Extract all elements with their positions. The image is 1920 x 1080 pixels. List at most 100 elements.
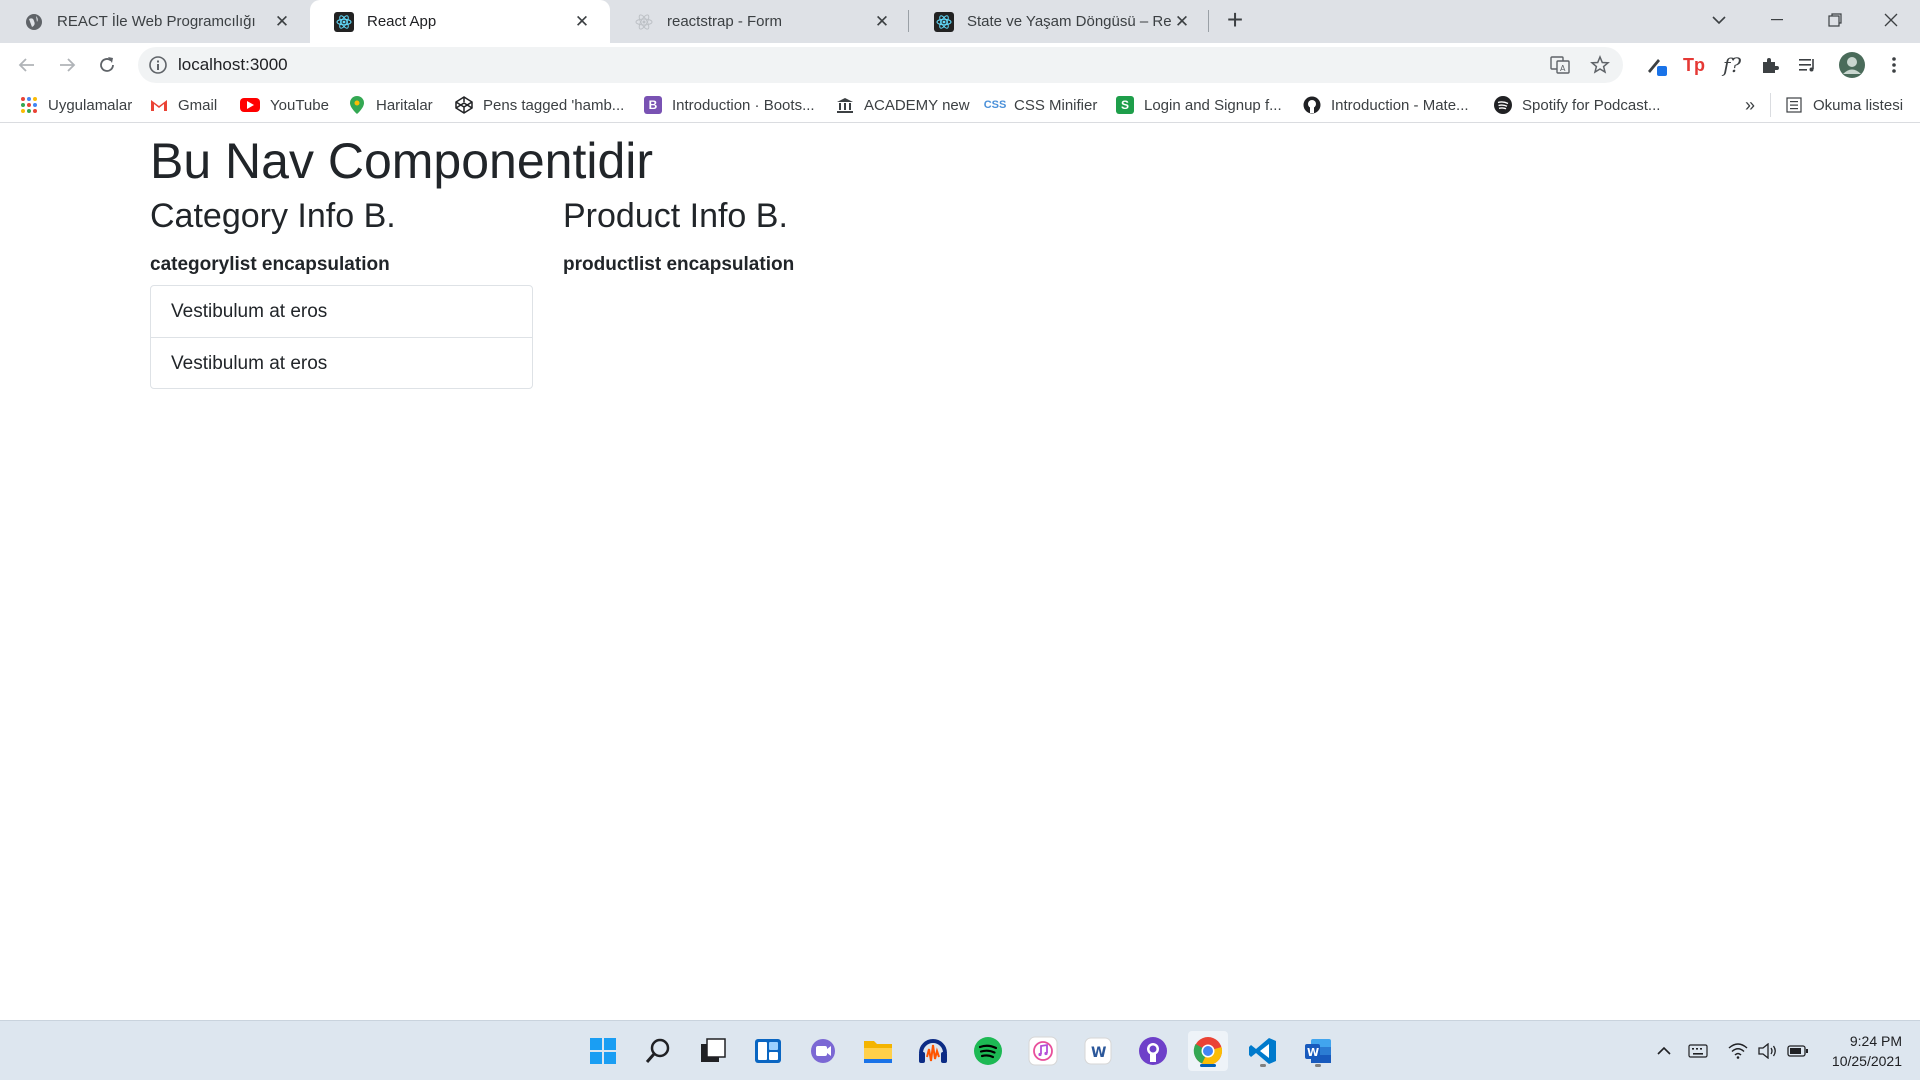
itunes-icon[interactable]: [1023, 1031, 1063, 1071]
bookmark-label: CSS Minifier: [1014, 96, 1098, 114]
back-button[interactable]: [12, 50, 42, 80]
chrome-icon[interactable]: [1188, 1031, 1228, 1071]
close-icon[interactable]: ✕: [272, 12, 292, 32]
bookmark-label: Login and Signup f...: [1144, 96, 1282, 114]
s-icon: S: [1116, 96, 1134, 114]
svg-text:W: W: [1091, 1045, 1106, 1061]
bookmark-star-icon[interactable]: [1590, 55, 1610, 75]
category-list: Vestibulum at eros Vestibulum at eros: [150, 285, 533, 389]
extensions-puzzle-icon[interactable]: [1756, 51, 1784, 79]
bootstrap-icon: B: [644, 96, 662, 114]
list-item[interactable]: Vestibulum at eros: [151, 286, 532, 337]
forward-button[interactable]: [52, 50, 82, 80]
file-explorer-icon[interactable]: [858, 1031, 898, 1071]
formula-extension-icon[interactable]: f?: [1718, 51, 1746, 79]
close-icon[interactable]: ✕: [1172, 12, 1192, 32]
pen-extension-icon[interactable]: [1642, 51, 1670, 79]
tab-search-button[interactable]: [1690, 0, 1748, 40]
battery-icon[interactable]: [1786, 1039, 1810, 1063]
nav-component-heading: Bu Nav Componentidir: [150, 133, 654, 189]
reading-list-icon: [1785, 96, 1803, 114]
widgets-icon[interactable]: [748, 1031, 788, 1071]
open-indicator: [1315, 1064, 1321, 1067]
bookmark-label: Uygulamalar: [48, 96, 133, 114]
gmail-icon: [150, 96, 168, 114]
word-icon[interactable]: W: [1298, 1031, 1338, 1071]
bookmark-academy[interactable]: ACADEMY new: [836, 87, 970, 123]
media-queue-icon[interactable]: [1794, 51, 1822, 79]
clock-time: 9:24 PM: [1849, 1033, 1902, 1049]
keyboard-icon[interactable]: [1686, 1039, 1710, 1063]
product-info-heading: Product Info B.: [563, 197, 788, 235]
list-item[interactable]: Vestibulum at eros: [151, 337, 532, 388]
reload-button[interactable]: [92, 50, 122, 80]
css-icon: CSS: [983, 99, 1007, 111]
translate-icon[interactable]: A: [1550, 55, 1570, 75]
word-w-app-icon[interactable]: W: [1078, 1031, 1118, 1071]
teams-chat-icon[interactable]: [803, 1031, 843, 1071]
bookmark-label: YouTube: [270, 96, 329, 114]
tab-divider: [908, 10, 909, 32]
tab-title: reactstrap - Form: [667, 13, 783, 30]
close-icon[interactable]: ✕: [572, 12, 592, 32]
bookmark-haritalar[interactable]: Haritalar: [348, 87, 433, 123]
react-icon: [334, 11, 354, 32]
close-window-button[interactable]: [1862, 0, 1920, 40]
bookmark-label: Haritalar: [376, 96, 433, 114]
globe-icon: [24, 12, 44, 32]
volume-icon[interactable]: [1756, 1039, 1780, 1063]
bookmark-label: Introduction - Mate...: [1331, 96, 1469, 114]
url-text[interactable]: localhost:3000: [178, 47, 288, 83]
wifi-icon[interactable]: [1726, 1039, 1750, 1063]
bookmark-uygulamalar[interactable]: Uygulamalar: [20, 87, 132, 123]
bookmarks-bar: Uygulamalar Gmail YouTube Haritalar Pens…: [0, 87, 1920, 123]
github-desktop-icon[interactable]: [1133, 1031, 1173, 1071]
address-bar[interactable]: localhost:3000 A: [138, 47, 1623, 83]
bookmark-gmail[interactable]: Gmail: [150, 87, 217, 123]
active-indicator: [1200, 1064, 1216, 1067]
bookmark-github-intro[interactable]: Introduction - Mate...: [1303, 87, 1469, 123]
new-tab-button[interactable]: +: [1220, 6, 1250, 36]
tab-state-yasam[interactable]: State ve Yaşam Döngüsü – React ✕: [910, 0, 1210, 43]
bookmarks-overflow-button[interactable]: »: [1745, 87, 1755, 123]
bookmark-youtube[interactable]: YouTube: [240, 87, 329, 123]
tp-extension-icon[interactable]: Tp: [1680, 51, 1708, 79]
bookmark-label: Pens tagged 'hamb...: [483, 96, 625, 114]
profile-avatar-icon[interactable]: [1838, 51, 1866, 79]
menu-kebab-icon[interactable]: [1880, 51, 1908, 79]
bookmark-bootstrap[interactable]: B Introduction · Boots...: [644, 87, 815, 123]
bookmark-codepen[interactable]: Pens tagged 'hamb...: [455, 87, 624, 123]
search-icon[interactable]: [638, 1031, 678, 1071]
bookmark-css-minifier[interactable]: CSS CSS Minifier: [983, 87, 1098, 123]
reading-list-button[interactable]: Okuma listesi: [1770, 93, 1903, 117]
audacity-icon[interactable]: [913, 1031, 953, 1071]
reading-list-label: Okuma listesi: [1813, 96, 1904, 114]
productlist-subtitle: productlist encapsulation: [563, 254, 795, 275]
minimize-button[interactable]: [1748, 0, 1806, 40]
bookmark-login-signup[interactable]: S Login and Signup f...: [1116, 87, 1282, 123]
bookmark-label: ACADEMY new: [864, 96, 970, 114]
bookmark-label: Gmail: [178, 96, 218, 114]
system-clock[interactable]: 9:24 PM 10/25/2021: [1832, 1031, 1902, 1071]
restore-button[interactable]: [1806, 0, 1864, 40]
tab-reactstrap-form[interactable]: reactstrap - Form ✕: [610, 0, 910, 43]
svg-text:A: A: [1560, 64, 1566, 73]
spotify-icon: [1494, 96, 1512, 114]
close-icon[interactable]: ✕: [872, 12, 892, 32]
chevron-up-icon[interactable]: [1652, 1039, 1676, 1063]
vscode-icon[interactable]: [1243, 1031, 1283, 1071]
info-icon[interactable]: [148, 55, 168, 75]
category-info-heading: Category Info B.: [150, 197, 396, 235]
start-windows-icon[interactable]: [583, 1031, 623, 1071]
youtube-icon: [240, 98, 260, 112]
overflow-label: »: [1745, 94, 1756, 115]
tab-react-app[interactable]: React App ✕: [310, 0, 610, 43]
tab-react-ile-web[interactable]: REACT İle Web Programcılığı ✕: [0, 0, 310, 43]
apps-grid-icon: [20, 96, 38, 114]
academy-icon: [836, 96, 854, 114]
bookmark-spotify-podcast[interactable]: Spotify for Podcast...: [1494, 87, 1660, 123]
task-view-icon[interactable]: [693, 1031, 733, 1071]
spotify-app-icon[interactable]: [968, 1031, 1008, 1071]
codepen-icon: [455, 96, 473, 114]
tab-title: React App: [367, 13, 437, 30]
